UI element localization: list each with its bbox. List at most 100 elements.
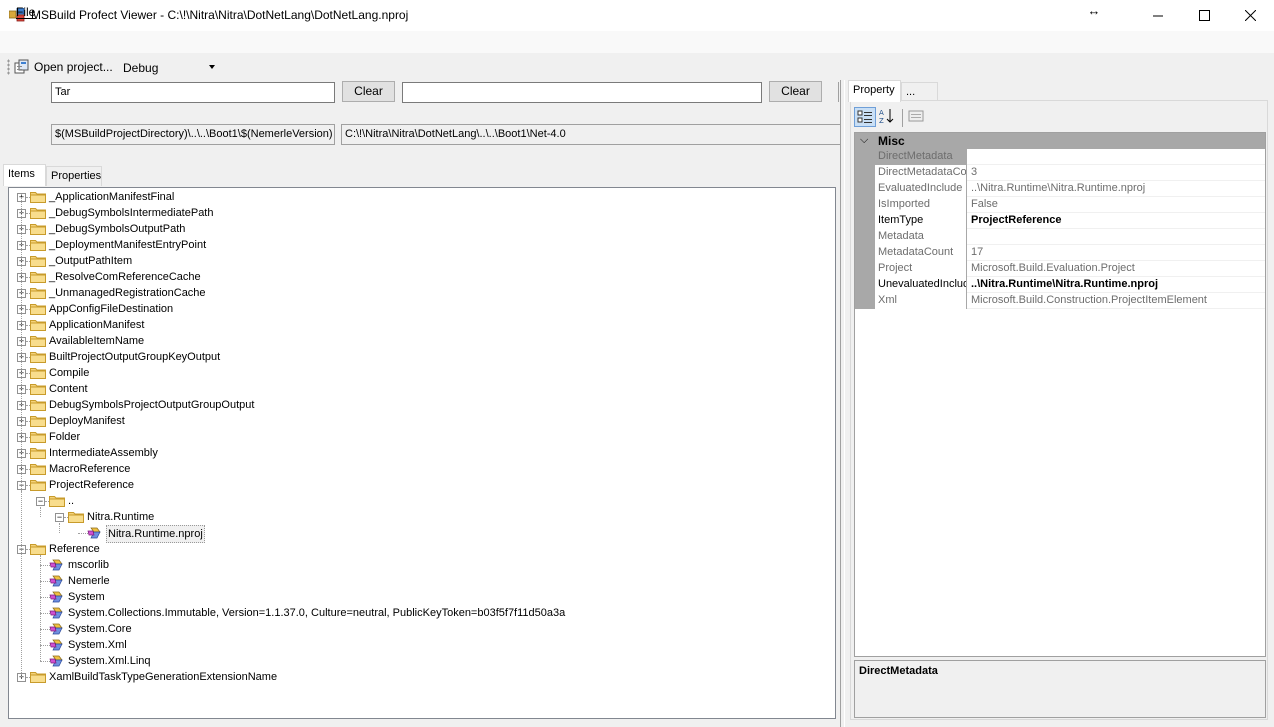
tree-item[interactable]: + IntermediateAssembly: [9, 445, 829, 461]
tree-item[interactable]: Nemerle: [9, 573, 829, 589]
open-project-button[interactable]: Open project...: [34, 60, 113, 74]
folder-icon: [30, 303, 46, 315]
menu-file[interactable]: File: [16, 5, 35, 19]
maximize-icon: [1198, 10, 1210, 21]
configuration-dropdown[interactable]: Debug: [118, 57, 221, 78]
unevaluated-path-field[interactable]: $(MSBuildProjectDirectory)\..\..\Boot1\$…: [51, 124, 335, 145]
close-button[interactable]: [1227, 0, 1273, 31]
property-row[interactable]: Xml Microsoft.Build.Construction.ProjectI…: [855, 293, 1265, 309]
tree-connector: [40, 555, 41, 661]
tree-item[interactable]: + BuiltProjectOutputGroupKeyOutput: [9, 349, 829, 365]
tab-properties[interactable]: Properties: [46, 166, 102, 186]
tree-item-reference[interactable]: − Reference: [9, 541, 829, 557]
row-gutter: [855, 245, 875, 261]
minimize-button[interactable]: [1135, 0, 1181, 31]
property-row[interactable]: UnevaluatedInclude ..\Nitra.Runtime\Nitra…: [855, 277, 1265, 293]
tree-item[interactable]: + ApplicationManifest: [9, 317, 829, 333]
property-row[interactable]: EvaluatedInclude ..\Nitra.Runtime\Nitra.R…: [855, 181, 1265, 197]
toolbar-grip[interactable]: [7, 59, 10, 75]
tree-item[interactable]: mscorlib: [9, 557, 829, 573]
tree-item-label: _ApplicationManifestFinal: [49, 191, 175, 203]
tree-item-label: Folder: [49, 431, 81, 443]
maximize-button[interactable]: [1181, 0, 1227, 31]
tree-item[interactable]: − Nitra.Runtime: [9, 509, 829, 525]
category-label: Misc: [878, 134, 905, 148]
folder-icon: [30, 335, 46, 347]
tree-item[interactable]: + _DeploymentManifestEntryPoint: [9, 237, 829, 253]
property-row[interactable]: ItemType ProjectReference: [855, 213, 1265, 229]
tree-item[interactable]: + Content: [9, 381, 829, 397]
tree-item[interactable]: + Compile: [9, 365, 829, 381]
property-row[interactable]: IsImported False: [855, 197, 1265, 213]
tree-item[interactable]: System.Collections.Immutable, Version=1.…: [9, 605, 829, 621]
tree-item[interactable]: + MacroReference: [9, 461, 829, 477]
property-value[interactable]: ..\Nitra.Runtime\Nitra.Runtime.nproj: [968, 181, 1265, 197]
property-row[interactable]: DirectMetadataCount3: [855, 165, 1265, 181]
tree-item[interactable]: System.Xml: [9, 637, 829, 653]
tab-more[interactable]: ...: [901, 82, 938, 102]
item-filter-input[interactable]: Tar: [51, 82, 335, 103]
tree-item[interactable]: + _ApplicationManifestFinal: [9, 189, 829, 205]
tree-item-label: AppConfigFileDestination: [49, 303, 174, 315]
property-name: DirectMetadataCount: [875, 165, 967, 181]
tree-item[interactable]: System.Core: [9, 621, 829, 637]
property-row[interactable]: Project Microsoft.Build.Evaluation.Projec…: [855, 261, 1265, 277]
tree-item-label: AvailableItemName: [49, 335, 145, 347]
property-value[interactable]: [968, 229, 1265, 245]
tree-item-label: System: [68, 591, 105, 603]
tree-item[interactable]: + DeployManifest: [9, 413, 829, 429]
tree-item[interactable]: System.Xml.Linq: [9, 653, 829, 669]
tree-item[interactable]: + Folder: [9, 429, 829, 445]
expand-toggle-icon[interactable]: −: [55, 513, 64, 522]
tree-item-label: Compile: [49, 367, 90, 379]
tree-item[interactable]: −..: [9, 493, 829, 509]
tree-item[interactable]: + _OutputPathItem: [9, 253, 829, 269]
tree-item[interactable]: + DebugSymbolsProjectOutputGroupOutput: [9, 397, 829, 413]
clear-item-filter-button[interactable]: Clear: [342, 81, 395, 102]
value-filter-input[interactable]: [402, 82, 762, 103]
tree-item[interactable]: + AvailableItemName: [9, 333, 829, 349]
categorized-button[interactable]: [854, 107, 876, 127]
property-row[interactable]: MetadataCount 17: [855, 245, 1265, 261]
category-misc[interactable]: ⌵ Misc: [855, 133, 1265, 149]
property-value[interactable]: Microsoft.Build.Evaluation.Project: [968, 261, 1265, 277]
property-value[interactable]: 17: [968, 245, 1265, 261]
tree-item[interactable]: + XamlBuildTaskTypeGenerationExtensionNam…: [9, 669, 829, 685]
tree-item-label: IntermediateAssembly: [49, 447, 158, 459]
tree-item-project-reference[interactable]: − ProjectReference: [9, 477, 829, 493]
tree-item-label: _DebugSymbolsIntermediatePath: [49, 207, 214, 219]
property-value[interactable]: False: [968, 197, 1265, 213]
clear-value-filter-button[interactable]: Clear: [769, 81, 822, 102]
expand-toggle-icon[interactable]: −: [36, 497, 45, 506]
property-value[interactable]: ..\Nitra.Runtime\Nitra.Runtime.nproj: [968, 277, 1265, 293]
items-tree[interactable]: + _ApplicationManifestFinal + _DebugSymbols…: [8, 187, 836, 719]
tab-items[interactable]: Items: [3, 164, 46, 186]
panel-splitter[interactable]: [840, 80, 845, 727]
property-value[interactable]: Microsoft.Build.Construction.ProjectItem…: [968, 293, 1265, 309]
property-pages-button[interactable]: [906, 107, 928, 127]
property-value[interactable]: ProjectReference: [968, 213, 1265, 229]
row-gutter: [855, 213, 875, 229]
row-gutter: [855, 261, 875, 277]
tree-item[interactable]: + _UnmanagedRegistrationCache: [9, 285, 829, 301]
property-row[interactable]: Metadata: [855, 229, 1265, 245]
property-name: IsImported: [875, 197, 967, 213]
row-gutter: [855, 197, 875, 213]
tree-item[interactable]: + _DebugSymbolsIntermediatePath: [9, 205, 829, 221]
alphabetical-button[interactable]: A Z: [877, 107, 899, 127]
tree-item-label: ProjectReference: [49, 479, 134, 491]
property-value[interactable]: 3: [968, 165, 1265, 181]
reference-item-icon: [49, 654, 65, 668]
tree-item-selected[interactable]: Nitra.Runtime.nproj: [9, 525, 829, 543]
property-row[interactable]: DirectMetadata: [855, 149, 1265, 165]
property-value[interactable]: [968, 149, 1265, 165]
tab-property[interactable]: Property: [848, 80, 901, 102]
description-title: DirectMetadata: [859, 665, 938, 677]
folder-icon: [30, 207, 46, 219]
tree-item[interactable]: + _ResolveComReferenceCache: [9, 269, 829, 285]
property-grid[interactable]: ⌵ Misc DirectMetadataDirectMetadataCount…: [854, 132, 1266, 657]
evaluated-path-field[interactable]: C:\!\Nitra\Nitra\DotNetLang\..\..\Boot1\…: [341, 124, 842, 145]
tree-item[interactable]: System: [9, 589, 829, 605]
tree-item[interactable]: + AppConfigFileDestination: [9, 301, 829, 317]
tree-item[interactable]: + _DebugSymbolsOutputPath: [9, 221, 829, 237]
